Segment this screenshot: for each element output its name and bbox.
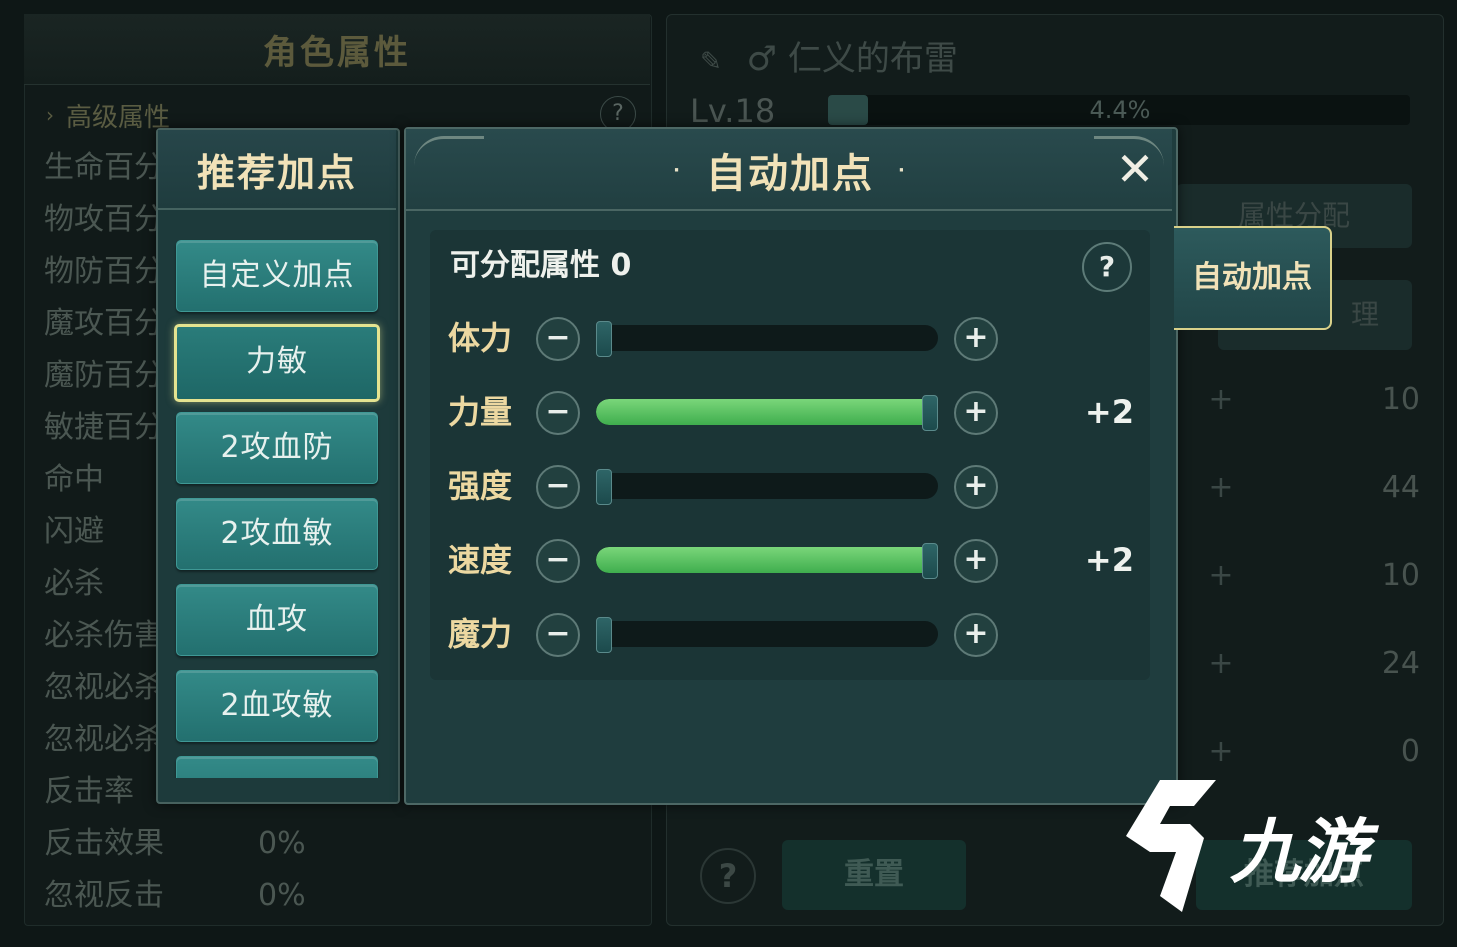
stat-slider-track[interactable] — [596, 473, 938, 499]
stat-slider-thumb[interactable] — [596, 469, 612, 505]
recommend-points-title: 推荐加点 — [158, 130, 396, 210]
watermark-logo: 九游 — [1120, 776, 1430, 916]
attribute-value: 10 — [1381, 558, 1420, 593]
plus-button[interactable]: + — [954, 391, 998, 435]
plus-icon[interactable]: + — [1206, 468, 1236, 508]
auto-allocate-title: · 自动加点 · — [600, 140, 980, 200]
stat-bonus — [1060, 313, 1134, 363]
help-icon[interactable]: ? — [1082, 242, 1132, 292]
ornament-corner-left — [414, 136, 484, 179]
attribute-allocation-box — [430, 230, 1150, 680]
title-dot-right: · — [898, 159, 907, 181]
plus-button[interactable]: + — [954, 317, 998, 361]
recommend-preset-3[interactable]: 2攻血防 — [176, 412, 378, 484]
title-dot-left: · — [673, 159, 682, 181]
character-attributes-title: 角色属性 — [24, 14, 650, 85]
pencil-icon[interactable]: ✎ — [700, 47, 722, 77]
stat-slider-track[interactable] — [596, 325, 938, 351]
exp-percent: 4.4% — [1089, 96, 1151, 124]
section-label: 高级属性 — [66, 102, 171, 133]
stat-label: 强度 — [448, 467, 513, 505]
attribute-value: 10 — [1381, 382, 1420, 417]
plus-button[interactable]: + — [954, 613, 998, 657]
recommend-preset-7[interactable] — [176, 756, 378, 778]
stat-label: 速度 — [448, 541, 513, 579]
stat-label: 体力 — [448, 319, 513, 357]
stat-slider-track[interactable] — [596, 621, 938, 647]
attribute-value: 24 — [1381, 646, 1420, 681]
minus-button[interactable]: − — [536, 465, 580, 509]
exp-bar-fill — [828, 95, 868, 125]
plus-icon[interactable]: + — [1206, 380, 1236, 420]
stat-label: 魔力 — [448, 615, 513, 653]
stat-bonus: +2 — [1084, 541, 1134, 579]
gender-icon: ♂ — [746, 39, 778, 79]
attribute-value: 0 — [1400, 734, 1420, 769]
plus-button[interactable]: + — [954, 465, 998, 509]
recommend-preset-list[interactable]: 自定义加点力敏 2攻血防 2攻血敏血攻 2血攻敏 — [158, 210, 394, 778]
auto-allocate-title-text: 自动加点 — [706, 151, 874, 197]
stat-slider-fill — [596, 399, 930, 425]
stat-slider-thumb[interactable] — [922, 395, 938, 431]
auto-allocate-side-tab[interactable]: 自动加点 — [1174, 226, 1332, 330]
plus-icon[interactable]: + — [1206, 556, 1236, 596]
stat-label: 反击效果 — [44, 826, 164, 861]
minus-button[interactable]: − — [536, 391, 580, 435]
recommend-preset-2[interactable]: 力敏 — [174, 324, 380, 402]
stat-value: 0% — [258, 878, 306, 913]
bottom-help-button[interactable]: ? — [700, 848, 756, 904]
recommend-preset-6[interactable]: 2血攻敏 — [176, 670, 378, 742]
reset-button[interactable]: 重置 — [782, 840, 966, 910]
attribute-manage-label: 理 — [1350, 298, 1379, 331]
attribute-value: 44 — [1381, 470, 1420, 505]
recommend-preset-1[interactable]: 自定义加点 — [176, 240, 378, 312]
stat-label: 忽视反击 — [44, 878, 164, 913]
stat-slider-fill — [596, 547, 930, 573]
stat-slider-track[interactable] — [596, 547, 938, 573]
plus-icon[interactable]: + — [1206, 732, 1236, 772]
stat-value: 0% — [258, 826, 306, 861]
minus-button[interactable]: − — [536, 539, 580, 583]
available-points: 可分配属性 0 — [450, 244, 850, 288]
stat-slider-thumb[interactable] — [922, 543, 938, 579]
character-name-row: ✎ ♂ 仁义的布雷 — [700, 34, 1100, 84]
character-name: 仁义的布雷 — [787, 39, 958, 79]
minus-button[interactable]: − — [536, 613, 580, 657]
stat-label: 力量 — [448, 393, 513, 431]
close-icon[interactable]: ✕ — [1110, 144, 1160, 194]
stat-bonus — [1060, 461, 1134, 511]
plus-button[interactable]: + — [954, 539, 998, 583]
recommend-preset-5[interactable]: 血攻 — [176, 584, 378, 656]
chevron-right-icon: › — [46, 103, 54, 127]
stat-slider-thumb[interactable] — [596, 321, 612, 357]
available-points-value: 0 — [610, 248, 632, 283]
stat-bonus: +2 — [1084, 393, 1134, 431]
available-points-label: 可分配属性 — [450, 248, 600, 283]
minus-button[interactable]: − — [536, 317, 580, 361]
stat-slider-track[interactable] — [596, 399, 938, 425]
plus-icon[interactable]: + — [1206, 644, 1236, 684]
nine-game-logo-icon — [1126, 780, 1216, 912]
recommend-preset-4[interactable]: 2攻血敏 — [176, 498, 378, 570]
stat-slider-thumb[interactable] — [596, 617, 612, 653]
character-level: Lv.18 — [690, 92, 776, 130]
watermark-text: 九游 — [1230, 810, 1368, 893]
stat-bonus — [1060, 609, 1134, 659]
